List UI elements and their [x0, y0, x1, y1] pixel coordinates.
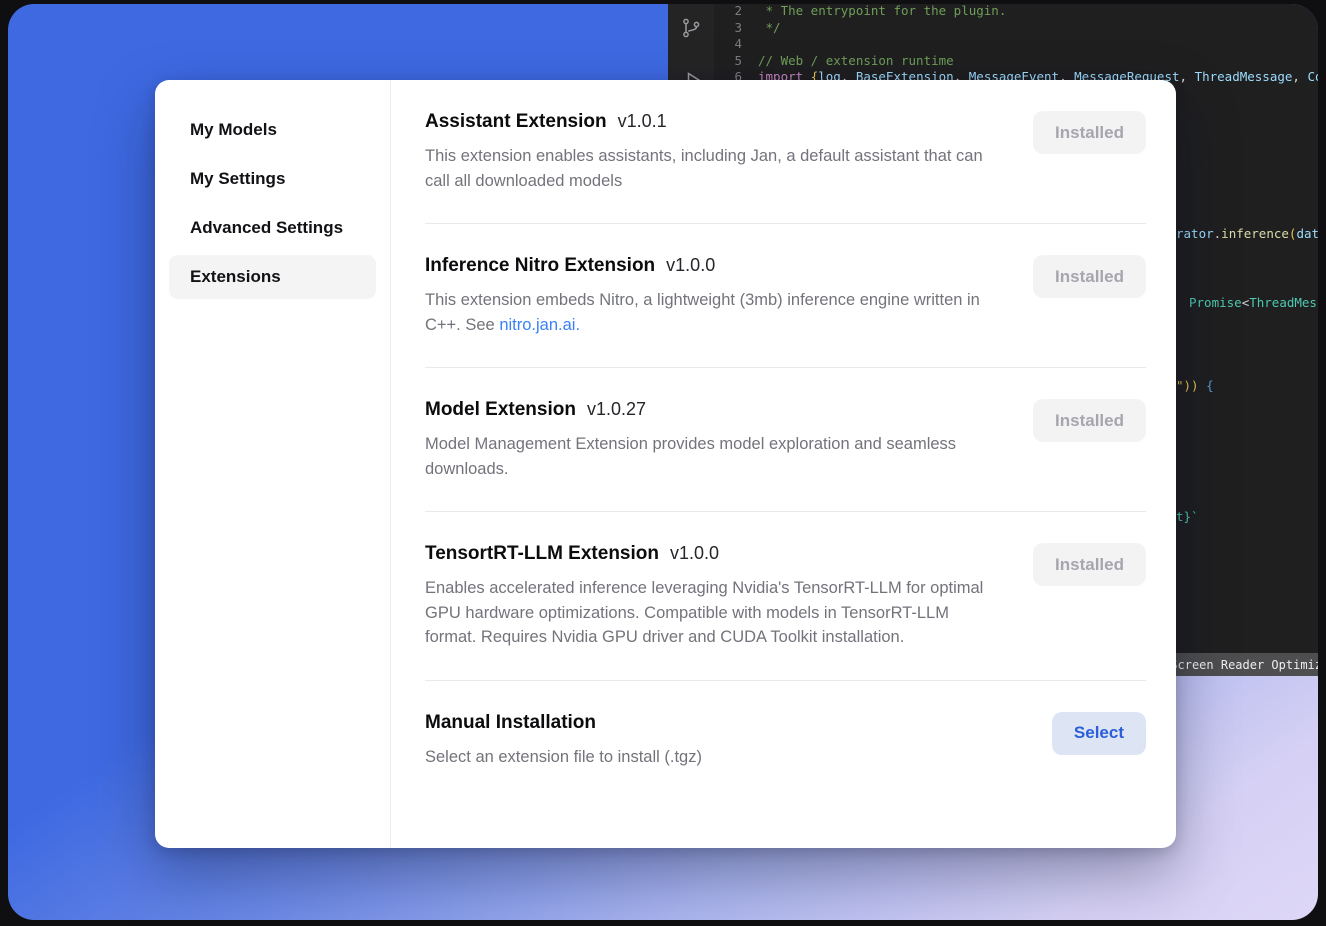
sidebar-item-label: Extensions — [190, 267, 281, 286]
extension-description: Enables accelerated inference leveraging… — [425, 576, 991, 650]
sidebar-item-extensions[interactable]: Extensions — [169, 255, 376, 299]
sidebar-item-my-models[interactable]: My Models — [169, 108, 376, 152]
code-fragment: rator.inference(data)); — [1176, 227, 1318, 241]
screen-reader-optimized-badge: Screen Reader Optimiz — [1160, 653, 1318, 676]
extension-info: Assistant Extension v1.0.1 This extensio… — [425, 111, 991, 193]
extension-description: Model Management Extension provides mode… — [425, 432, 991, 481]
code-fragment: ")) { — [1176, 379, 1214, 393]
installed-button[interactable]: Installed — [1033, 255, 1146, 298]
source-control-icon — [679, 16, 703, 40]
sidebar-item-label: Advanced Settings — [190, 218, 343, 237]
code-line: 3 */ — [726, 20, 1318, 37]
extension-info: Model Extension v1.0.27 Model Management… — [425, 399, 991, 481]
sidebar-item-my-settings[interactable]: My Settings — [169, 157, 376, 201]
code-fragment: Promise<ThreadMessage> — [1189, 296, 1318, 310]
extension-row: TensortRT-LLM Extension v1.0.0 Enables a… — [425, 512, 1146, 681]
extension-name: Assistant Extension — [425, 111, 607, 133]
extension-row: Manual Installation Select an extension … — [425, 681, 1146, 800]
select-button[interactable]: Select — [1052, 712, 1146, 755]
extension-info: Manual Installation Select an extension … — [425, 712, 702, 770]
extension-row: Model Extension v1.0.27 Model Management… — [425, 368, 1146, 512]
extension-version: v1.0.0 — [670, 543, 719, 564]
code-line: 4 — [726, 36, 1318, 53]
installed-button[interactable]: Installed — [1033, 111, 1146, 154]
sidebar-item-label: My Models — [190, 120, 277, 139]
extension-version: v1.0.0 — [666, 255, 715, 276]
extension-version: v1.0.27 — [587, 399, 646, 420]
extension-name: Model Extension — [425, 399, 576, 421]
extension-name: Inference Nitro Extension — [425, 255, 655, 277]
extension-info: TensortRT-LLM Extension v1.0.0 Enables a… — [425, 543, 991, 650]
extension-version: v1.0.1 — [618, 111, 667, 132]
extensions-list: Assistant Extension v1.0.1 This extensio… — [391, 80, 1176, 848]
extension-row: Inference Nitro Extension v1.0.0 This ex… — [425, 224, 1146, 368]
editor-code-lines: 2 * The entrypoint for the plugin.3 */45… — [726, 4, 1318, 86]
code-line: 2 * The entrypoint for the plugin. — [726, 4, 1318, 20]
extension-row: Assistant Extension v1.0.1 This extensio… — [425, 80, 1146, 224]
settings-sidebar: My Models My Settings Advanced Settings … — [155, 80, 391, 848]
code-line: 5// Web / extension runtime — [726, 53, 1318, 70]
installed-button[interactable]: Installed — [1033, 543, 1146, 586]
extension-name: TensortRT-LLM Extension — [425, 543, 659, 565]
description-link[interactable]: nitro.jan.ai. — [499, 316, 580, 334]
code-fragment: t}` — [1176, 510, 1199, 524]
extension-description: Select an extension file to install (.tg… — [425, 745, 702, 770]
extension-description: This extension enables assistants, inclu… — [425, 144, 991, 193]
sidebar-item-label: My Settings — [190, 169, 285, 188]
extension-name: Manual Installation — [425, 712, 596, 734]
extension-description: This extension embeds Nitro, a lightweig… — [425, 288, 991, 337]
settings-modal: My Models My Settings Advanced Settings … — [155, 80, 1176, 848]
installed-button[interactable]: Installed — [1033, 399, 1146, 442]
sidebar-item-advanced-settings[interactable]: Advanced Settings — [169, 206, 376, 250]
extension-info: Inference Nitro Extension v1.0.0 This ex… — [425, 255, 991, 337]
